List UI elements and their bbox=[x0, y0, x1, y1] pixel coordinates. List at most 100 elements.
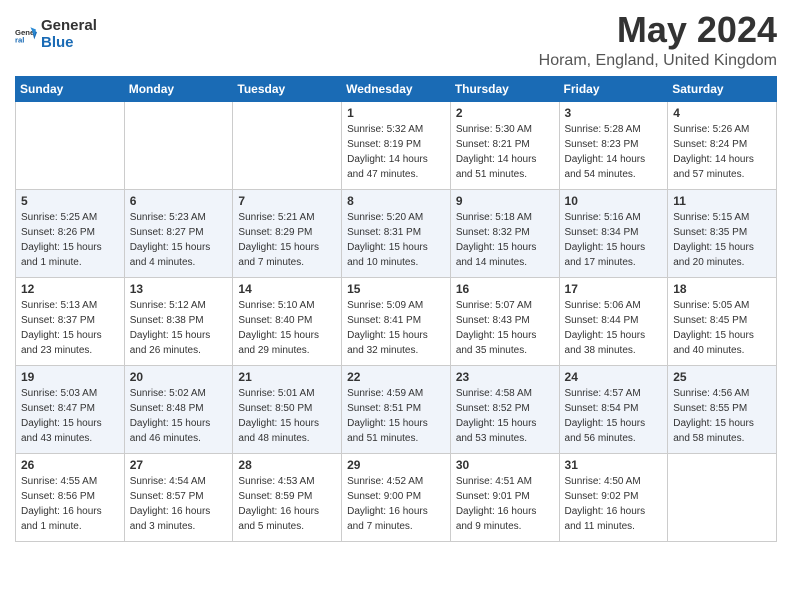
day-info: Sunrise: 5:30 AMSunset: 8:21 PMDaylight:… bbox=[456, 122, 554, 182]
day-number: 16 bbox=[456, 282, 554, 296]
day-number: 27 bbox=[130, 458, 228, 472]
day-number: 17 bbox=[565, 282, 663, 296]
day-number: 11 bbox=[673, 194, 771, 208]
page-header: Gene ral General Blue May 2024 Horam, En… bbox=[15, 10, 777, 70]
day-info: Sunrise: 5:10 AMSunset: 8:40 PMDaylight:… bbox=[238, 298, 336, 358]
day-info: Sunrise: 5:06 AMSunset: 8:44 PMDaylight:… bbox=[565, 298, 663, 358]
day-info: Sunrise: 5:21 AMSunset: 8:29 PMDaylight:… bbox=[238, 210, 336, 270]
day-cell: 29 Sunrise: 4:52 AMSunset: 9:00 PMDayligh… bbox=[342, 453, 451, 541]
day-number: 19 bbox=[21, 370, 119, 384]
day-cell bbox=[233, 101, 342, 189]
day-number: 3 bbox=[565, 106, 663, 120]
day-cell: 20 Sunrise: 5:02 AMSunset: 8:48 PMDayligh… bbox=[124, 365, 233, 453]
day-info: Sunrise: 4:55 AMSunset: 8:56 PMDaylight:… bbox=[21, 474, 119, 534]
week-row-4: 19 Sunrise: 5:03 AMSunset: 8:47 PMDayligh… bbox=[16, 365, 777, 453]
day-number: 28 bbox=[238, 458, 336, 472]
day-cell: 14Sunrise: 5:10 AMSunset: 8:40 PMDayligh… bbox=[233, 277, 342, 365]
day-info: Sunrise: 5:09 AMSunset: 8:41 PMDaylight:… bbox=[347, 298, 445, 358]
day-cell: 4 Sunrise: 5:26 AMSunset: 8:24 PMDaylight… bbox=[668, 101, 777, 189]
day-cell: 18Sunrise: 5:05 AMSunset: 8:45 PMDayligh… bbox=[668, 277, 777, 365]
header-cell-saturday: Saturday bbox=[668, 76, 777, 101]
day-number: 23 bbox=[456, 370, 554, 384]
header-cell-monday: Monday bbox=[124, 76, 233, 101]
day-info: Sunrise: 4:51 AMSunset: 9:01 PMDaylight:… bbox=[456, 474, 554, 534]
svg-text:ral: ral bbox=[15, 35, 24, 44]
day-info: Sunrise: 4:56 AMSunset: 8:55 PMDaylight:… bbox=[673, 386, 771, 446]
logo-blue: Blue bbox=[41, 35, 97, 52]
day-info: Sunrise: 4:54 AMSunset: 8:57 PMDaylight:… bbox=[130, 474, 228, 534]
day-cell: 31 Sunrise: 4:50 AMSunset: 9:02 PMDayligh… bbox=[559, 453, 668, 541]
week-row-3: 12 Sunrise: 5:13 AMSunset: 8:37 PMDayligh… bbox=[16, 277, 777, 365]
day-info: Sunrise: 5:13 AMSunset: 8:37 PMDaylight:… bbox=[21, 298, 119, 358]
header-cell-sunday: Sunday bbox=[16, 76, 125, 101]
day-info: Sunrise: 5:15 AMSunset: 8:35 PMDaylight:… bbox=[673, 210, 771, 270]
day-info: Sunrise: 5:07 AMSunset: 8:43 PMDaylight:… bbox=[456, 298, 554, 358]
day-info: Sunrise: 5:26 AMSunset: 8:24 PMDaylight:… bbox=[673, 122, 771, 182]
day-cell: 23Sunrise: 4:58 AMSunset: 8:52 PMDayligh… bbox=[450, 365, 559, 453]
day-number: 8 bbox=[347, 194, 445, 208]
day-number: 12 bbox=[21, 282, 119, 296]
logo-general: General bbox=[41, 18, 97, 35]
day-number: 1 bbox=[347, 106, 445, 120]
day-number: 10 bbox=[565, 194, 663, 208]
day-cell: 7 Sunrise: 5:21 AMSunset: 8:29 PMDaylight… bbox=[233, 189, 342, 277]
day-number: 29 bbox=[347, 458, 445, 472]
location-title: Horam, England, United Kingdom bbox=[539, 52, 777, 70]
day-number: 21 bbox=[238, 370, 336, 384]
day-cell bbox=[16, 101, 125, 189]
logo-icon: Gene ral bbox=[15, 24, 37, 46]
day-cell: 5Sunrise: 5:25 AMSunset: 8:26 PMDaylight… bbox=[16, 189, 125, 277]
day-cell: 16 Sunrise: 5:07 AMSunset: 8:43 PMDayligh… bbox=[450, 277, 559, 365]
day-cell: 3 Sunrise: 5:28 AMSunset: 8:23 PMDaylight… bbox=[559, 101, 668, 189]
day-number: 9 bbox=[456, 194, 554, 208]
day-info: Sunrise: 5:03 AMSunset: 8:47 PMDaylight:… bbox=[21, 386, 119, 446]
day-cell: 10 Sunrise: 5:16 AMSunset: 8:34 PMDayligh… bbox=[559, 189, 668, 277]
day-cell: 17 Sunrise: 5:06 AMSunset: 8:44 PMDayligh… bbox=[559, 277, 668, 365]
day-info: Sunrise: 4:52 AMSunset: 9:00 PMDaylight:… bbox=[347, 474, 445, 534]
day-number: 22 bbox=[347, 370, 445, 384]
day-info: Sunrise: 5:05 AMSunset: 8:45 PMDaylight:… bbox=[673, 298, 771, 358]
day-cell: 26 Sunrise: 4:55 AMSunset: 8:56 PMDayligh… bbox=[16, 453, 125, 541]
day-info: Sunrise: 5:28 AMSunset: 8:23 PMDaylight:… bbox=[565, 122, 663, 182]
day-info: Sunrise: 5:01 AMSunset: 8:50 PMDaylight:… bbox=[238, 386, 336, 446]
day-number: 7 bbox=[238, 194, 336, 208]
title-area: May 2024 Horam, England, United Kingdom bbox=[539, 10, 777, 70]
week-row-1: 1 Sunrise: 5:32 AMSunset: 8:19 PMDaylight… bbox=[16, 101, 777, 189]
day-cell: 27 Sunrise: 4:54 AMSunset: 8:57 PMDayligh… bbox=[124, 453, 233, 541]
header-row: SundayMondayTuesdayWednesdayThursdayFrid… bbox=[16, 76, 777, 101]
day-info: Sunrise: 5:12 AMSunset: 8:38 PMDaylight:… bbox=[130, 298, 228, 358]
day-number: 31 bbox=[565, 458, 663, 472]
day-info: Sunrise: 5:20 AMSunset: 8:31 PMDaylight:… bbox=[347, 210, 445, 270]
day-cell: 19 Sunrise: 5:03 AMSunset: 8:47 PMDayligh… bbox=[16, 365, 125, 453]
day-info: Sunrise: 5:16 AMSunset: 8:34 PMDaylight:… bbox=[565, 210, 663, 270]
day-info: Sunrise: 5:25 AMSunset: 8:26 PMDaylight:… bbox=[21, 210, 119, 270]
day-cell: 24Sunrise: 4:57 AMSunset: 8:54 PMDayligh… bbox=[559, 365, 668, 453]
header-cell-friday: Friday bbox=[559, 76, 668, 101]
day-cell: 25 Sunrise: 4:56 AMSunset: 8:55 PMDayligh… bbox=[668, 365, 777, 453]
day-cell: 1 Sunrise: 5:32 AMSunset: 8:19 PMDaylight… bbox=[342, 101, 451, 189]
day-number: 26 bbox=[21, 458, 119, 472]
header-cell-tuesday: Tuesday bbox=[233, 76, 342, 101]
day-number: 25 bbox=[673, 370, 771, 384]
day-cell: 11 Sunrise: 5:15 AMSunset: 8:35 PMDayligh… bbox=[668, 189, 777, 277]
day-info: Sunrise: 5:02 AMSunset: 8:48 PMDaylight:… bbox=[130, 386, 228, 446]
day-number: 6 bbox=[130, 194, 228, 208]
day-info: Sunrise: 5:32 AMSunset: 8:19 PMDaylight:… bbox=[347, 122, 445, 182]
day-number: 2 bbox=[456, 106, 554, 120]
calendar-table: SundayMondayTuesdayWednesdayThursdayFrid… bbox=[15, 76, 777, 542]
day-cell: 12 Sunrise: 5:13 AMSunset: 8:37 PMDayligh… bbox=[16, 277, 125, 365]
day-cell: 30Sunrise: 4:51 AMSunset: 9:01 PMDayligh… bbox=[450, 453, 559, 541]
day-cell: 13 Sunrise: 5:12 AMSunset: 8:38 PMDayligh… bbox=[124, 277, 233, 365]
day-cell bbox=[124, 101, 233, 189]
day-number: 20 bbox=[130, 370, 228, 384]
day-cell: 6Sunrise: 5:23 AMSunset: 8:27 PMDaylight… bbox=[124, 189, 233, 277]
day-number: 13 bbox=[130, 282, 228, 296]
week-row-2: 5Sunrise: 5:25 AMSunset: 8:26 PMDaylight… bbox=[16, 189, 777, 277]
day-number: 4 bbox=[673, 106, 771, 120]
header-cell-thursday: Thursday bbox=[450, 76, 559, 101]
week-row-5: 26 Sunrise: 4:55 AMSunset: 8:56 PMDayligh… bbox=[16, 453, 777, 541]
day-cell: 9Sunrise: 5:18 AMSunset: 8:32 PMDaylight… bbox=[450, 189, 559, 277]
logo: Gene ral General Blue bbox=[15, 18, 97, 51]
day-info: Sunrise: 4:50 AMSunset: 9:02 PMDaylight:… bbox=[565, 474, 663, 534]
day-cell: 15Sunrise: 5:09 AMSunset: 8:41 PMDayligh… bbox=[342, 277, 451, 365]
